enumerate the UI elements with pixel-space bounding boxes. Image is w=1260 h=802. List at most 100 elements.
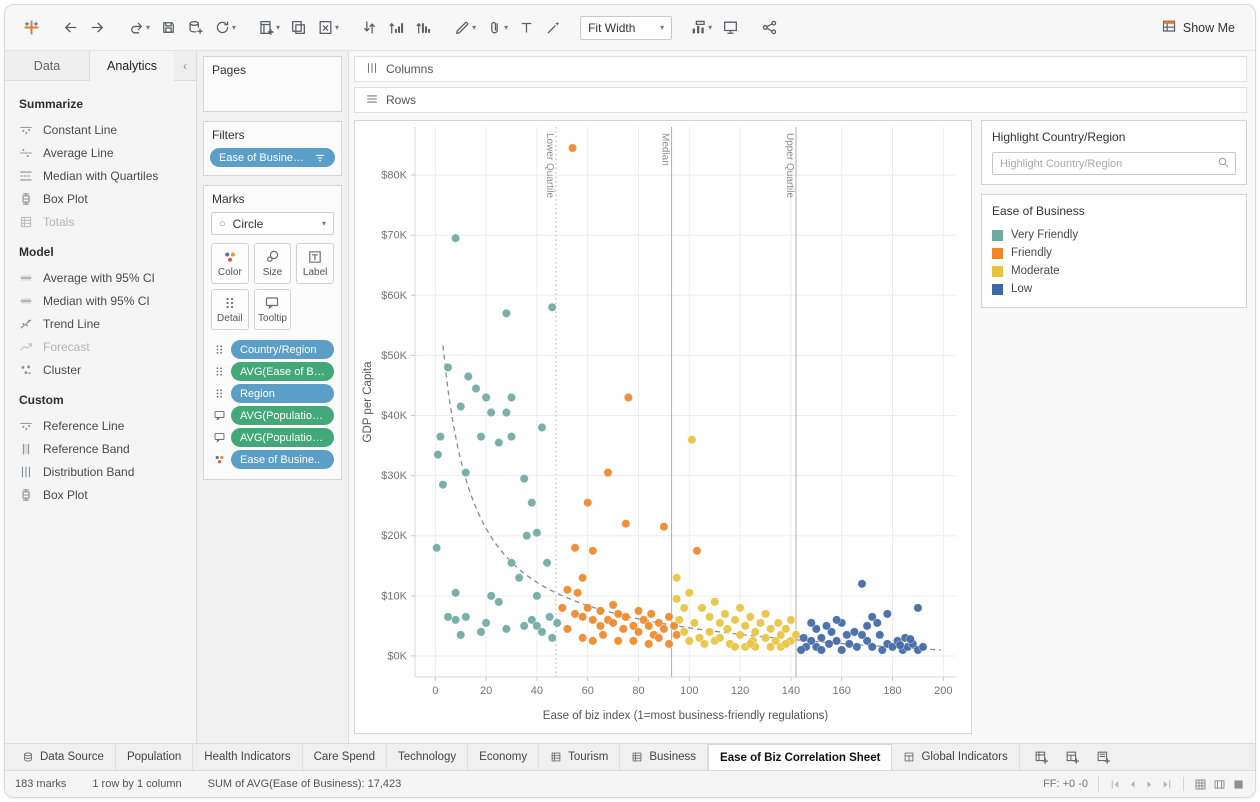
data-point[interactable]	[486, 407, 496, 418]
data-point[interactable]	[562, 624, 572, 634]
sheet-tab-population[interactable]: Population	[116, 744, 194, 770]
data-point[interactable]	[816, 633, 826, 643]
clear-sheet-button[interactable]: ▾	[313, 14, 343, 41]
data-point[interactable]	[816, 645, 826, 655]
scatter-plot[interactable]: Lower Quartile Median Upper Quartile 0 20 40 6…	[354, 120, 972, 734]
tab-data[interactable]: Data	[5, 51, 89, 81]
data-point[interactable]	[735, 630, 745, 640]
data-point[interactable]	[573, 588, 583, 598]
marks-button-color[interactable]: Color	[211, 243, 249, 284]
data-point[interactable]	[613, 636, 623, 646]
data-point[interactable]	[451, 588, 461, 598]
data-point[interactable]	[905, 634, 915, 644]
data-point[interactable]	[664, 639, 674, 649]
data-point[interactable]	[461, 468, 471, 478]
sheet-tab-technology[interactable]: Technology	[387, 744, 469, 770]
data-point[interactable]	[608, 600, 618, 610]
data-point[interactable]	[710, 597, 720, 607]
data-point[interactable]	[697, 603, 707, 613]
trend-line[interactable]	[442, 345, 941, 651]
data-point[interactable]	[486, 591, 496, 601]
data-point[interactable]	[432, 543, 442, 553]
data-point[interactable]	[443, 362, 453, 372]
member-button[interactable]: ▾	[482, 14, 512, 41]
data-point[interactable]	[570, 609, 580, 619]
data-point[interactable]	[918, 642, 928, 652]
data-point[interactable]	[766, 624, 776, 634]
data-point[interactable]	[646, 609, 656, 619]
data-point[interactable]	[547, 302, 557, 312]
sidebar-collapse-button[interactable]: ‹	[174, 59, 196, 73]
data-point[interactable]	[824, 639, 834, 649]
share-button[interactable]	[757, 14, 782, 41]
legend-item-friendly[interactable]: Friendly	[992, 244, 1236, 262]
data-point[interactable]	[501, 308, 511, 318]
data-point[interactable]	[451, 615, 461, 625]
data-point[interactable]	[514, 573, 524, 583]
analytics-item-reference-line[interactable]: Reference Line	[5, 414, 196, 437]
data-point[interactable]	[674, 615, 684, 625]
fit-width-dropdown[interactable]: Fit Width ▾	[580, 15, 673, 40]
data-point[interactable]	[857, 579, 867, 589]
data-point[interactable]	[463, 371, 473, 382]
refresh-button[interactable]: ▾	[210, 14, 240, 41]
data-point[interactable]	[598, 630, 608, 640]
data-point[interactable]	[720, 609, 730, 619]
data-point[interactable]	[699, 639, 710, 649]
data-point[interactable]	[532, 528, 542, 538]
data-point[interactable]	[537, 627, 547, 637]
data-point[interactable]	[872, 618, 882, 628]
data-point[interactable]	[791, 630, 801, 640]
save-button[interactable]	[156, 14, 181, 41]
highlight-pen-button[interactable]: ▾	[450, 14, 480, 41]
data-point[interactable]	[687, 435, 697, 445]
marks-button-label[interactable]: Label	[296, 243, 334, 284]
data-point[interactable]	[672, 573, 682, 583]
data-point[interactable]	[621, 612, 631, 622]
analytics-item-cluster[interactable]: Cluster	[5, 358, 196, 381]
sort-descending-button[interactable]	[411, 14, 436, 41]
data-point[interactable]	[588, 615, 598, 625]
data-point[interactable]	[832, 615, 842, 625]
data-point[interactable]	[679, 627, 689, 637]
data-point[interactable]	[875, 630, 885, 640]
new-worksheet-tab-button[interactable]	[1026, 744, 1057, 770]
data-point[interactable]	[684, 636, 694, 646]
columns-shelf[interactable]: Columns AVG(Ease of Business)	[354, 56, 1247, 82]
data-point[interactable]	[438, 480, 448, 490]
analytics-item-reference-band[interactable]: Reference Band	[5, 437, 196, 460]
data-point[interactable]	[583, 603, 593, 613]
fix-axes-button[interactable]	[541, 14, 566, 41]
data-point[interactable]	[608, 618, 618, 628]
data-point[interactable]	[882, 609, 892, 619]
analytics-item-box-plot[interactable]: Box Plot	[5, 187, 196, 210]
tab-analytics[interactable]: Analytics	[89, 50, 174, 81]
data-point[interactable]	[481, 392, 491, 403]
data-point[interactable]	[672, 594, 682, 604]
data-point[interactable]	[567, 143, 578, 153]
marks-button-size[interactable]: Size	[253, 243, 292, 284]
analytics-item-box-plot[interactable]: Box Plot	[5, 483, 196, 506]
data-point[interactable]	[595, 606, 605, 616]
pill-avg-ease-of-busi[interactable]: AVG(Ease of Busi..	[231, 362, 334, 381]
data-point[interactable]	[519, 621, 529, 631]
data-point[interactable]	[471, 383, 481, 394]
data-point[interactable]	[461, 612, 471, 622]
sheet-tab-global-indicators[interactable]: Global Indicators	[892, 744, 1020, 770]
data-point[interactable]	[613, 609, 623, 619]
data-point[interactable]	[689, 618, 699, 628]
rows-pill[interactable]: AVG(GDP per Capita)	[463, 91, 588, 110]
new-dashboard-tab-button[interactable]	[1057, 744, 1088, 770]
filters-card[interactable]: Filters Ease of Business (cl..	[203, 121, 342, 176]
data-point[interactable]	[672, 630, 682, 640]
data-point[interactable]	[849, 627, 859, 637]
data-point[interactable]	[476, 627, 486, 637]
data-point[interactable]	[633, 627, 644, 637]
text-label-button[interactable]	[514, 14, 539, 41]
data-point[interactable]	[705, 627, 715, 637]
data-point[interactable]	[644, 639, 654, 649]
pill-country-region[interactable]: Country/Region	[231, 340, 334, 359]
data-point[interactable]	[895, 640, 905, 650]
data-point[interactable]	[557, 603, 567, 613]
data-point[interactable]	[740, 621, 750, 631]
